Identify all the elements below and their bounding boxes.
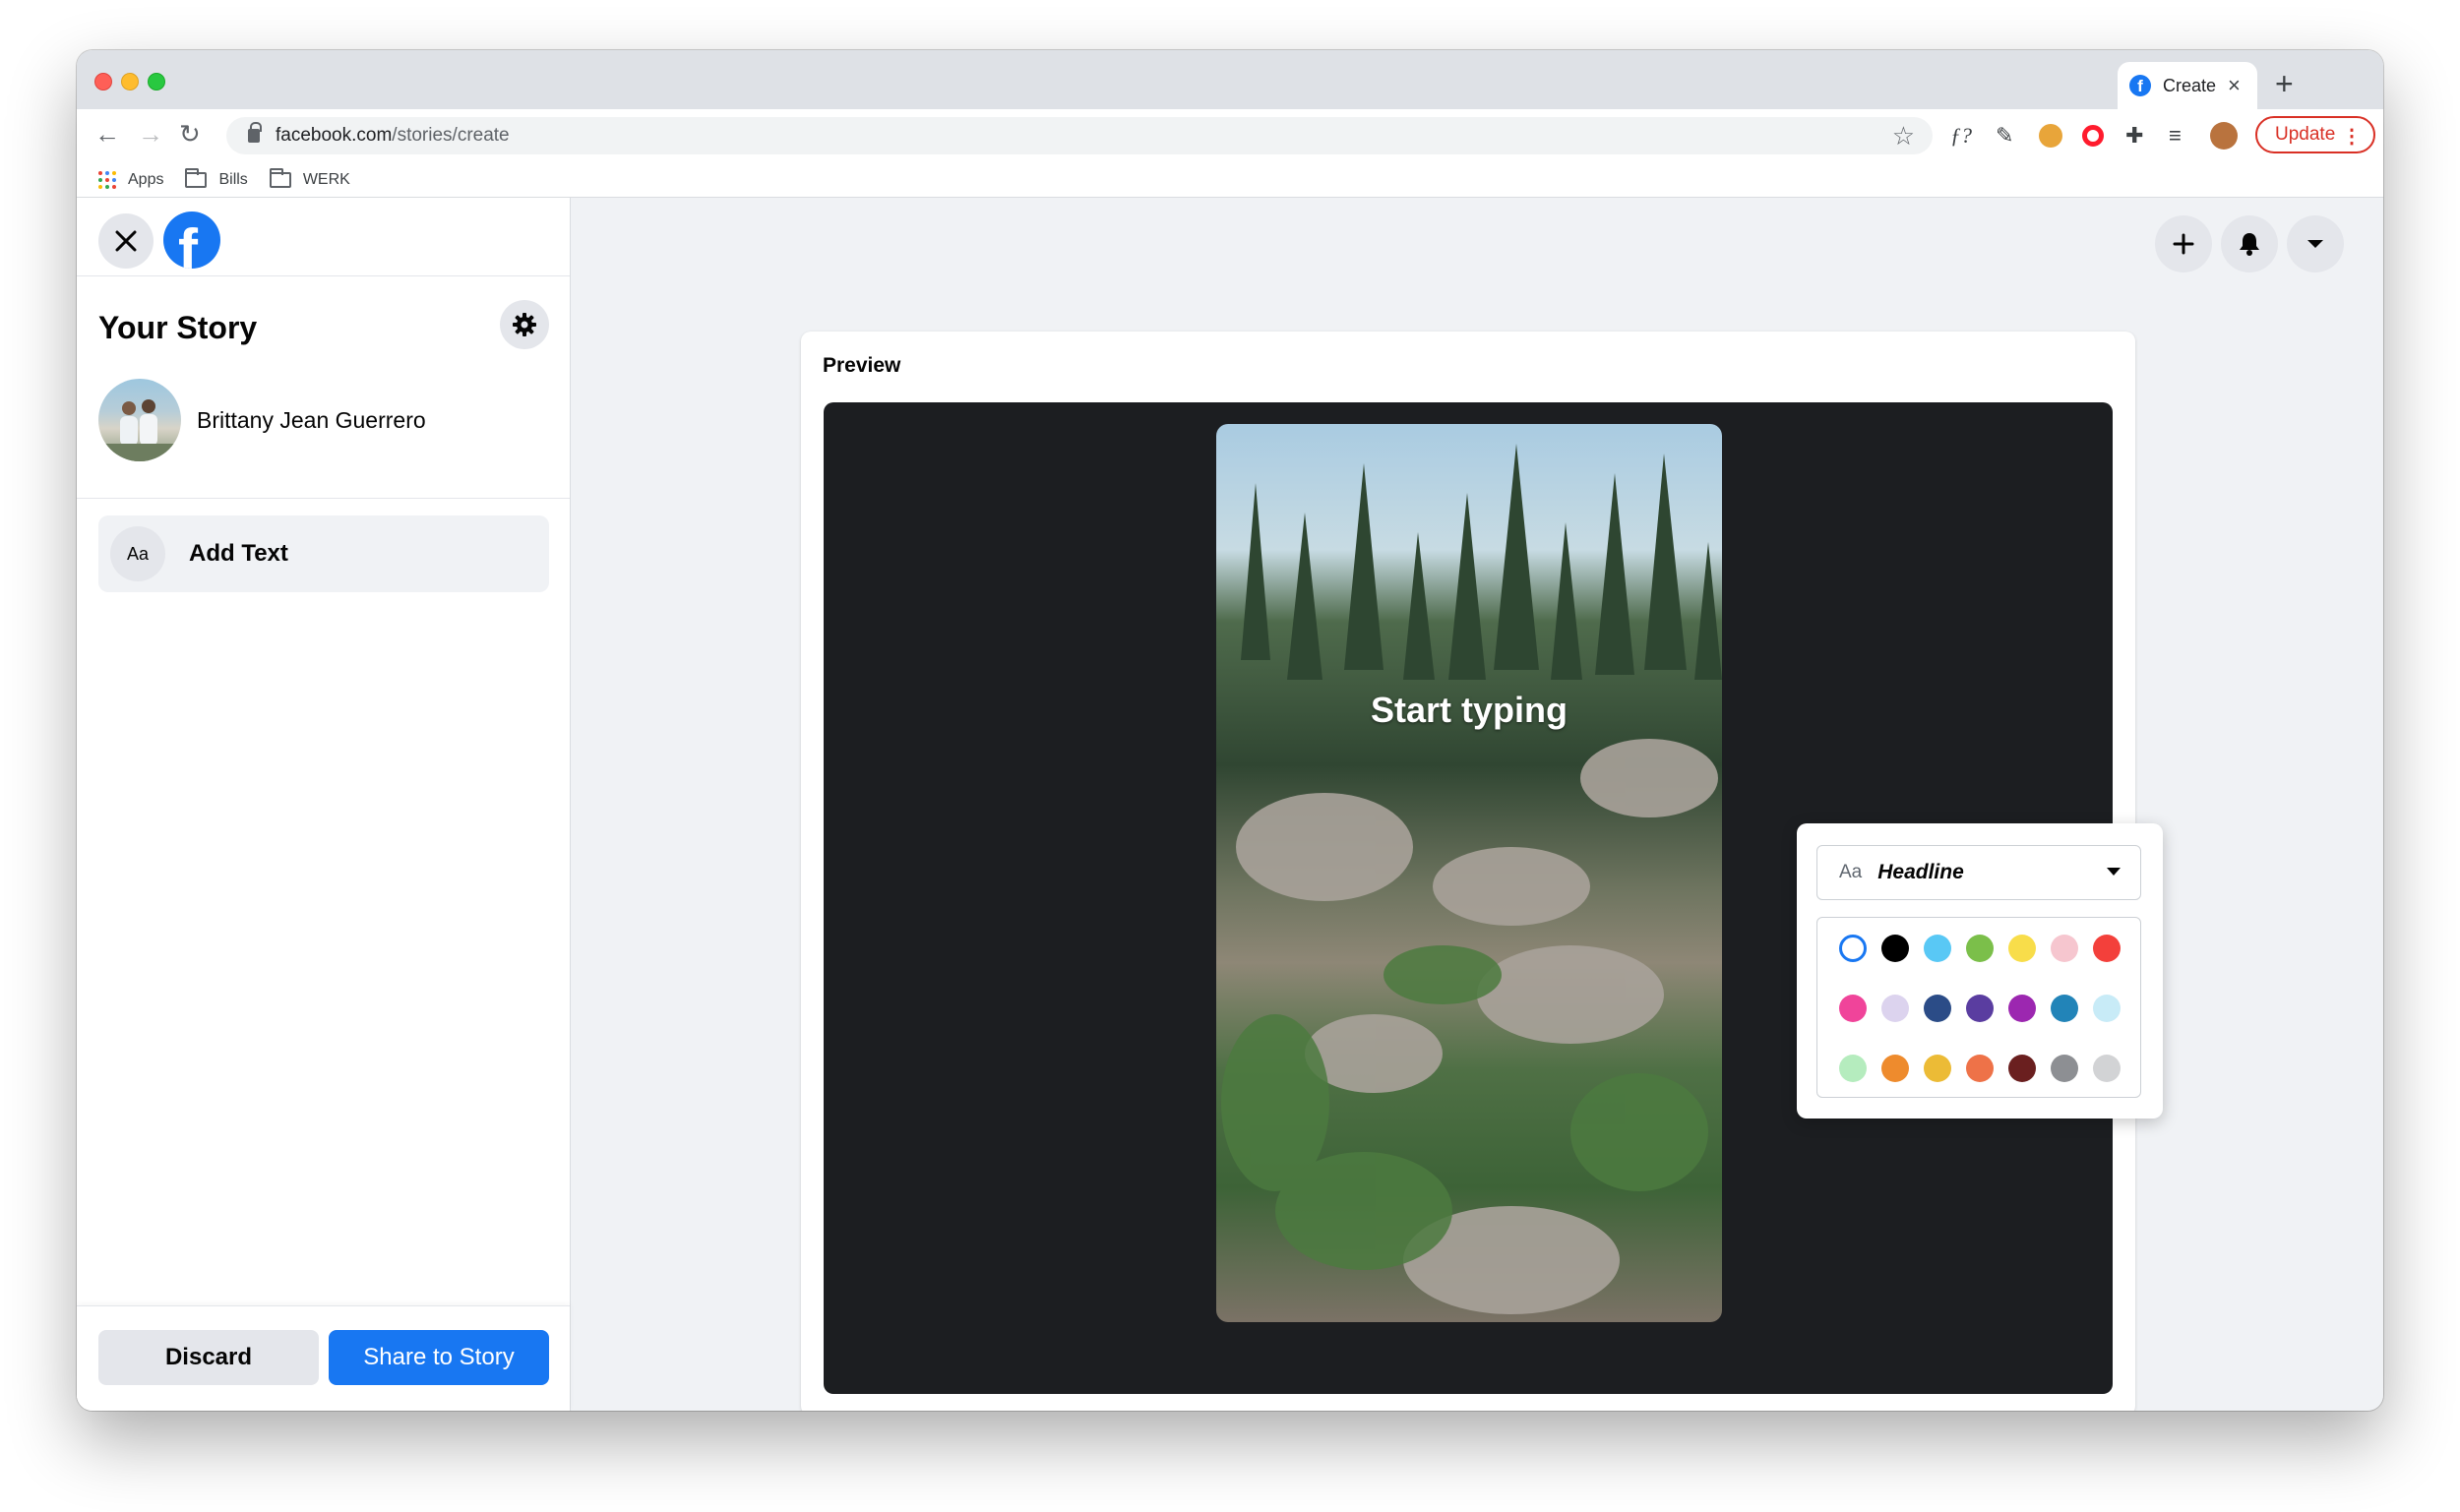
add-text-button[interactable]: Aa Add Text bbox=[98, 515, 549, 592]
text-style-popover: Aa Headline bbox=[1797, 823, 2163, 1119]
bookmark-apps[interactable]: Apps bbox=[98, 170, 164, 189]
color-swatch[interactable] bbox=[1839, 995, 1867, 1022]
update-label: Update bbox=[2275, 124, 2336, 145]
color-swatch[interactable] bbox=[1966, 1055, 1994, 1082]
create-button[interactable] bbox=[2155, 215, 2212, 272]
story-photo: Start typing bbox=[1216, 424, 1722, 1322]
settings-button[interactable] bbox=[500, 300, 549, 349]
menu-dots-icon: ⋮ bbox=[2342, 126, 2362, 148]
back-arrow-icon[interactable]: ← bbox=[94, 119, 120, 150]
opera-icon[interactable] bbox=[2082, 125, 2104, 147]
apps-grid-icon bbox=[98, 170, 116, 189]
color-swatch[interactable] bbox=[1839, 935, 1867, 962]
color-swatch[interactable] bbox=[2008, 935, 2036, 962]
sidebar-footer: Discard Share to Story bbox=[77, 1305, 570, 1411]
text-aa-icon: Aa bbox=[110, 526, 165, 581]
folder-icon bbox=[269, 167, 291, 188]
color-swatch[interactable] bbox=[1924, 1055, 1951, 1082]
font-aa-icon: Aa bbox=[1839, 862, 1863, 882]
url-path: /stories/create bbox=[392, 125, 510, 146]
color-swatch[interactable] bbox=[1881, 935, 1909, 962]
font-select[interactable]: Aa Headline bbox=[1816, 845, 2141, 900]
avatar bbox=[98, 379, 181, 461]
color-swatch[interactable] bbox=[1881, 995, 1909, 1022]
color-swatch[interactable] bbox=[1839, 1055, 1867, 1082]
add-text-label: Add Text bbox=[189, 540, 288, 567]
bookmark-label: Apps bbox=[128, 170, 164, 188]
folder-icon bbox=[185, 167, 208, 188]
media-queue-icon[interactable]: ≡ bbox=[2169, 123, 2182, 149]
puzzle-icon[interactable]: ✚ bbox=[2125, 123, 2143, 149]
tab-close-icon[interactable]: × bbox=[2228, 73, 2241, 98]
update-button[interactable]: Update ⋮ bbox=[2255, 116, 2375, 153]
gear-icon bbox=[513, 313, 536, 336]
address-bar[interactable]: facebook.com/stories/create ☆ bbox=[226, 117, 1933, 154]
color-palette bbox=[1816, 917, 2141, 1098]
account-menu-icon bbox=[2307, 240, 2323, 248]
close-icon bbox=[115, 230, 137, 252]
color-swatch[interactable] bbox=[2051, 995, 2078, 1022]
new-tab-button[interactable]: + bbox=[2275, 66, 2294, 102]
reload-icon[interactable]: ↻ bbox=[179, 119, 201, 150]
color-swatch[interactable] bbox=[1881, 1055, 1909, 1082]
color-swatch[interactable] bbox=[2051, 935, 2078, 962]
forward-arrow-icon[interactable]: → bbox=[138, 119, 163, 150]
cookie-extension-icon[interactable] bbox=[2039, 124, 2062, 148]
bookmark-werk[interactable]: WERK bbox=[269, 167, 350, 189]
notifications-button[interactable] bbox=[2221, 215, 2278, 272]
bookmarks-bar: Apps Bills WERK bbox=[77, 162, 2383, 198]
browser-tab[interactable]: f Create × bbox=[2118, 62, 2257, 109]
lock-icon bbox=[248, 122, 262, 143]
share-to-story-button[interactable]: Share to Story bbox=[329, 1330, 549, 1385]
facebook-logo-icon[interactable]: f bbox=[163, 212, 220, 269]
plus-icon bbox=[2173, 233, 2194, 255]
close-button[interactable] bbox=[98, 213, 154, 269]
color-swatch[interactable] bbox=[2008, 1055, 2036, 1082]
tab-strip: f Create × + bbox=[77, 50, 2383, 109]
page-title: Your Story bbox=[98, 310, 258, 345]
tab-title: Create bbox=[2163, 75, 2217, 95]
color-swatch[interactable] bbox=[1966, 935, 1994, 962]
eyedropper-icon[interactable]: ✎ bbox=[1996, 123, 2013, 149]
divider bbox=[77, 498, 570, 499]
color-swatch[interactable] bbox=[2093, 935, 2121, 962]
facebook-favicon-icon: f bbox=[2129, 75, 2151, 96]
window-minimize-button[interactable] bbox=[121, 73, 139, 91]
color-swatch[interactable] bbox=[2008, 995, 2036, 1022]
bookmark-label: WERK bbox=[302, 170, 350, 188]
discard-button[interactable]: Discard bbox=[98, 1330, 319, 1385]
window-zoom-button[interactable] bbox=[148, 73, 165, 91]
account-menu-button[interactable] bbox=[2287, 215, 2344, 272]
font-name: Headline bbox=[1877, 861, 1964, 883]
story-text-placeholder[interactable]: Start typing bbox=[1216, 690, 1722, 731]
preview-heading: Preview bbox=[823, 354, 901, 377]
color-swatch[interactable] bbox=[2093, 1055, 2121, 1082]
bookmark-star-icon[interactable]: ☆ bbox=[1892, 121, 1915, 151]
bookmark-label: Bills bbox=[218, 170, 248, 188]
fx-extension-icon[interactable]: ƒ? bbox=[1950, 123, 1972, 149]
color-swatch[interactable] bbox=[1924, 995, 1951, 1022]
story-sidebar: f Your Story Brittany Jean Guerrero Aa A… bbox=[77, 198, 571, 1411]
url-host: facebook.com bbox=[276, 125, 393, 146]
page-content: f Your Story Brittany Jean Guerrero Aa A… bbox=[77, 198, 2383, 1411]
window-close-button[interactable] bbox=[94, 73, 112, 91]
profile-avatar-icon[interactable] bbox=[2210, 122, 2238, 150]
bookmark-bills[interactable]: Bills bbox=[185, 167, 248, 189]
chevron-down-icon bbox=[2107, 868, 2121, 876]
color-swatch[interactable] bbox=[2051, 1055, 2078, 1082]
notifications-icon bbox=[2240, 233, 2259, 256]
browser-window: f Create × + ← → ↻ facebook.com/stories/… bbox=[77, 50, 2383, 1411]
browser-toolbar: ← → ↻ facebook.com/stories/create ☆ ƒ? ✎… bbox=[77, 109, 2383, 162]
color-swatch[interactable] bbox=[1924, 935, 1951, 962]
sidebar-header: f bbox=[77, 198, 570, 276]
user-name: Brittany Jean Guerrero bbox=[197, 407, 426, 433]
color-swatch[interactable] bbox=[1966, 995, 1994, 1022]
color-swatch[interactable] bbox=[2093, 995, 2121, 1022]
